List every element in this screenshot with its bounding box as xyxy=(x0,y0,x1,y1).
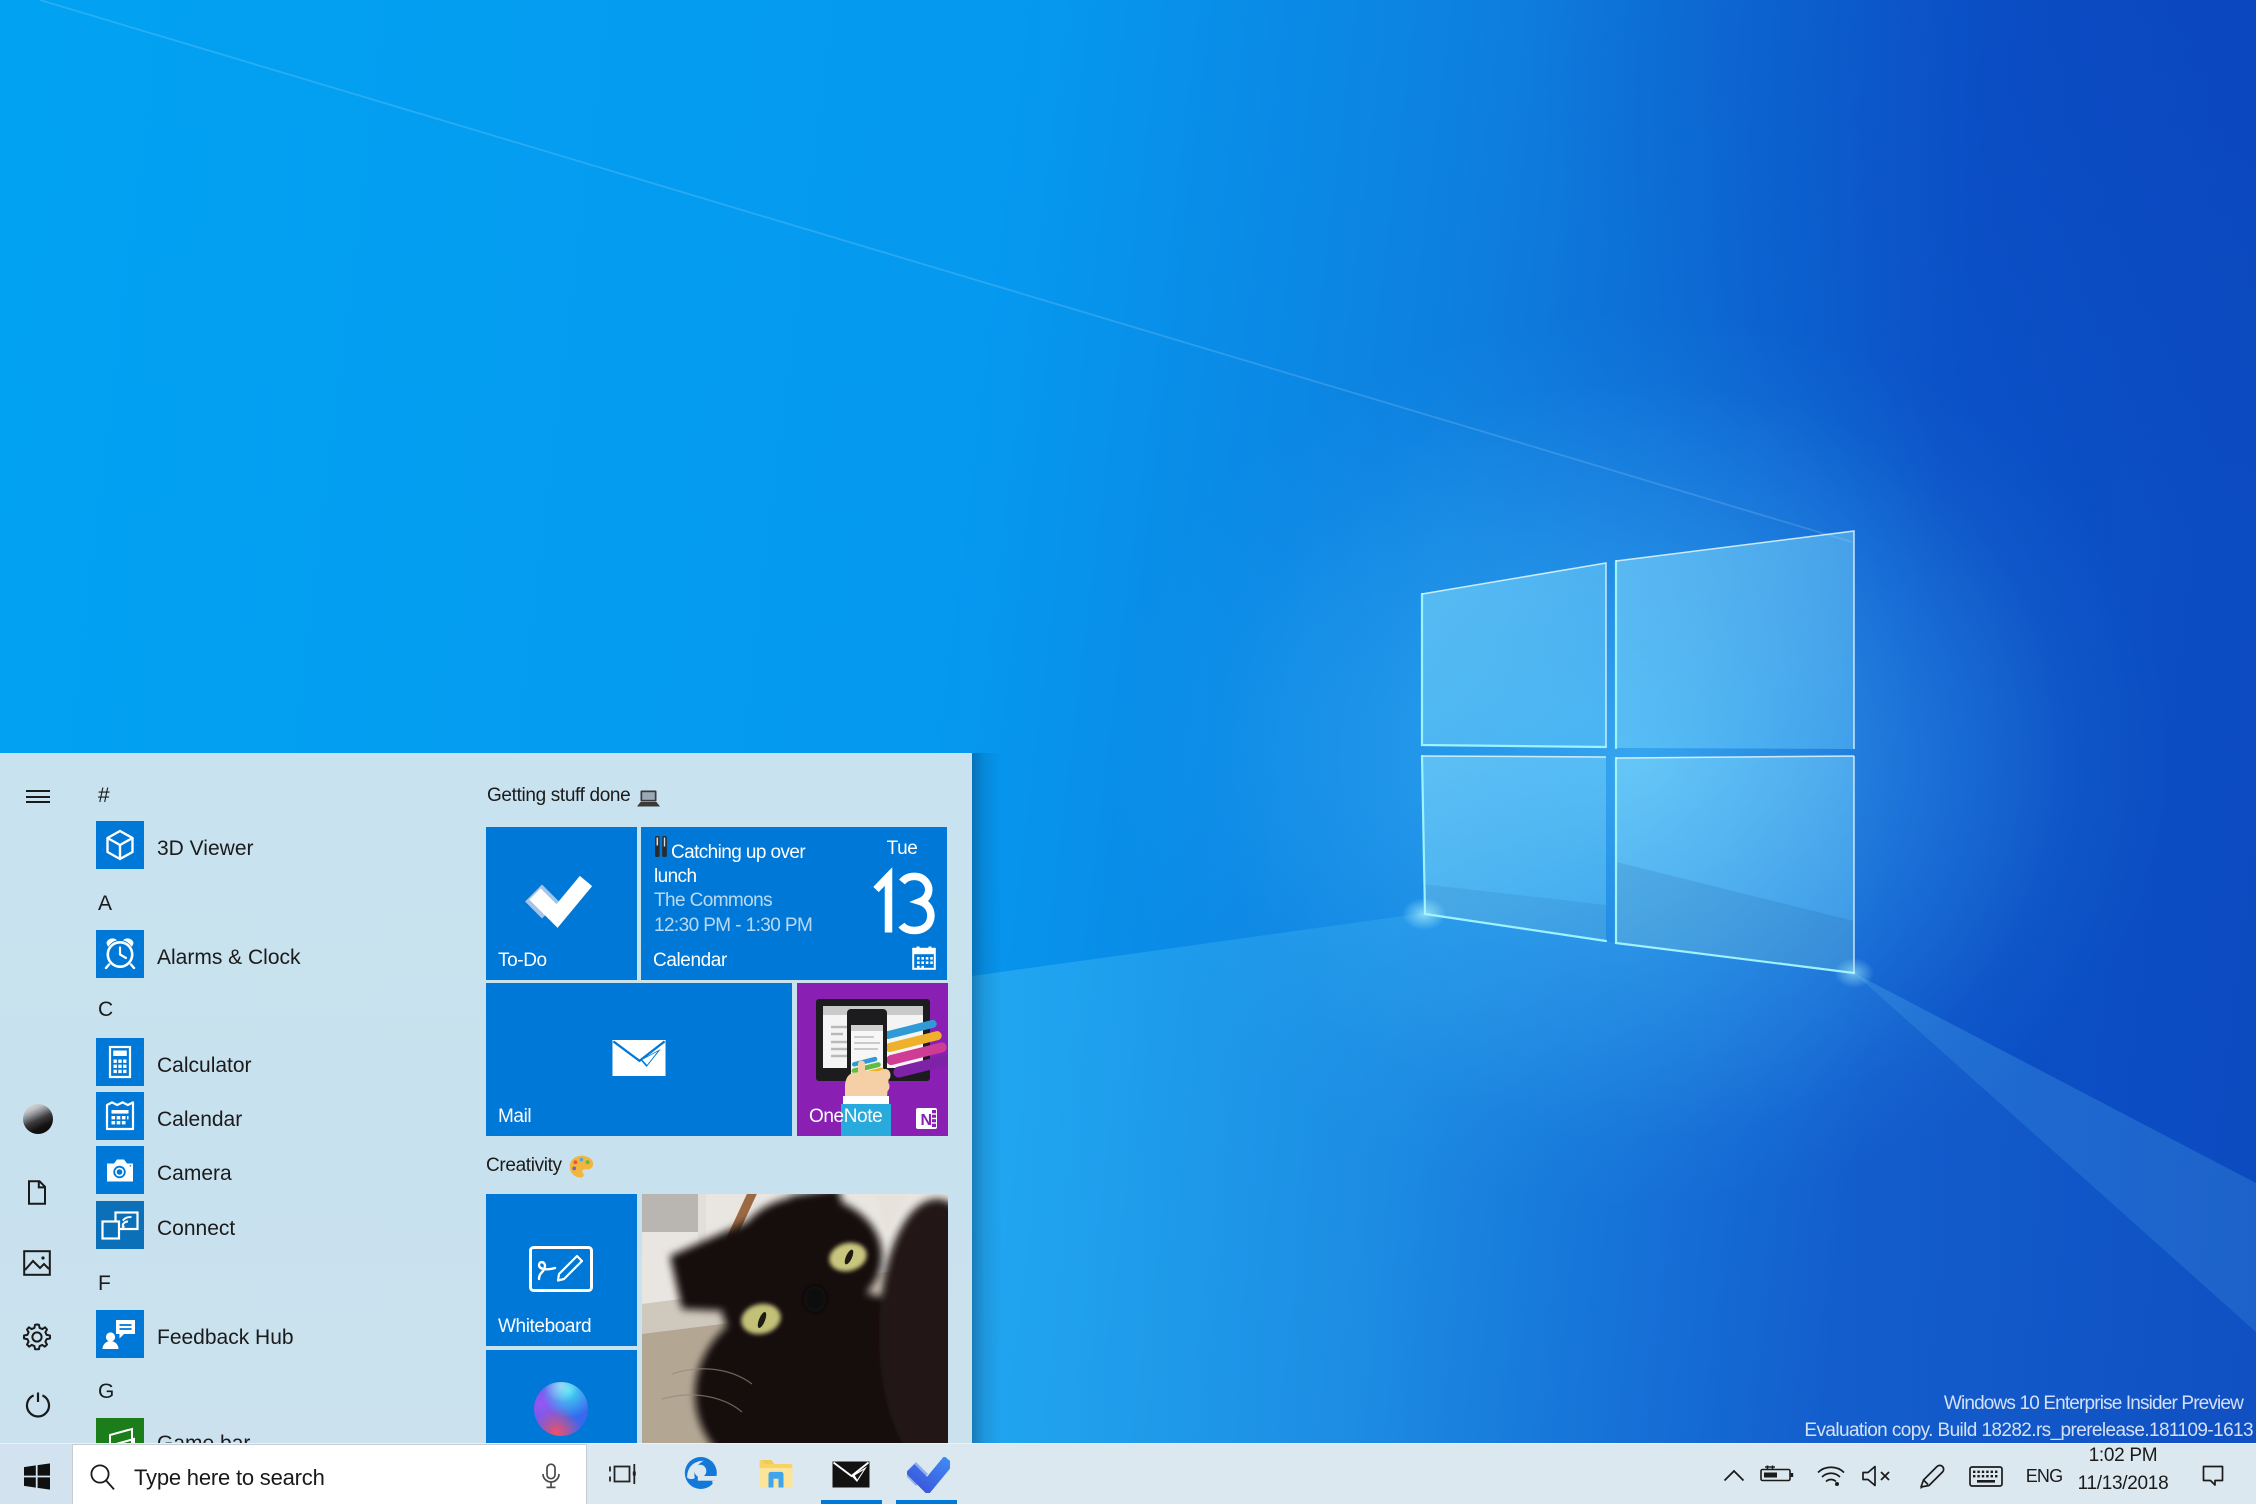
svg-text:N: N xyxy=(921,1112,933,1129)
